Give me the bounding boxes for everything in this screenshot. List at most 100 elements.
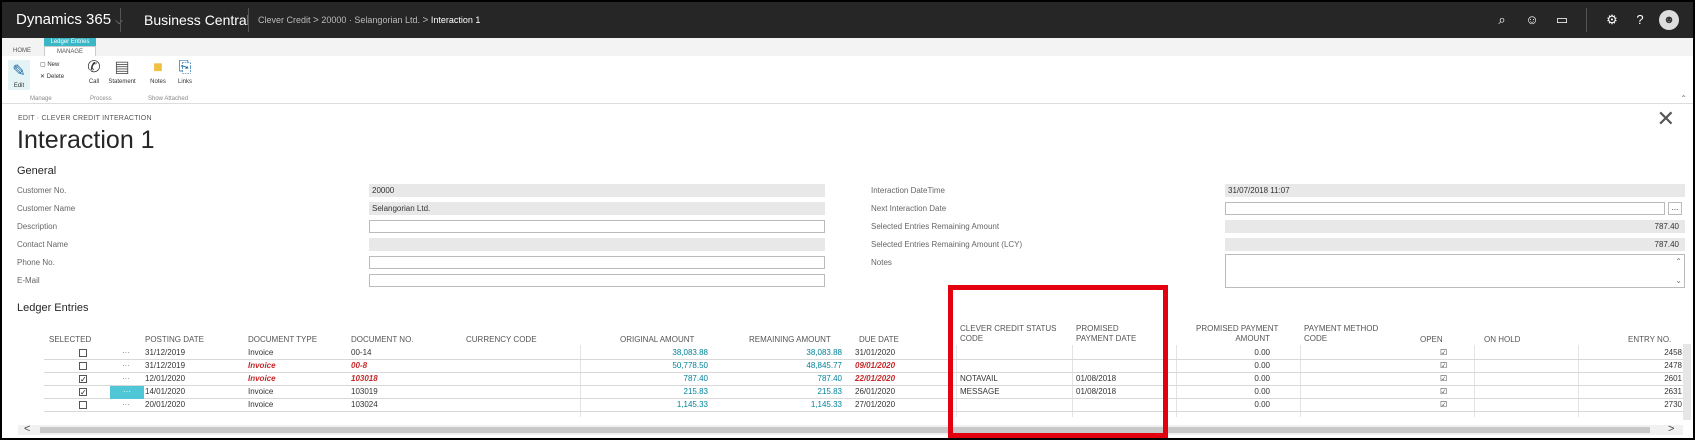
cell-remaining-amount[interactable]: 1,145.33 bbox=[740, 399, 842, 411]
links-button[interactable]: ⎘ Links bbox=[174, 58, 196, 86]
ribbon-group-show-attached: Show Attached bbox=[148, 96, 189, 102]
row-select-checkbox[interactable]: ✓ bbox=[79, 375, 87, 384]
email-field[interactable] bbox=[369, 274, 825, 287]
description-field[interactable] bbox=[369, 220, 825, 233]
col-open[interactable]: OPEN bbox=[1420, 335, 1443, 345]
row-actions-menu[interactable]: ··· bbox=[110, 386, 144, 399]
notes-icon: ■ bbox=[153, 59, 163, 76]
col-payment-method-code[interactable]: PAYMENT METHOD CODE bbox=[1304, 324, 1378, 344]
tab-home[interactable]: HOME bbox=[6, 46, 38, 56]
cell-remaining-amount[interactable]: 48,845.77 bbox=[740, 360, 842, 372]
ledger-entries-title[interactable]: Ledger Entries bbox=[17, 302, 89, 314]
tab-manage[interactable]: MANAGE bbox=[44, 46, 96, 56]
cell-due-date: 27/01/2020 bbox=[855, 400, 896, 409]
col-currency-code[interactable]: CURRENCY CODE bbox=[466, 335, 537, 345]
grid-column-divider bbox=[1300, 345, 1301, 417]
cell-entry-no: 2730 bbox=[1664, 400, 1682, 409]
customer-no-field[interactable]: 20000 bbox=[369, 184, 825, 197]
scroll-left-arrow[interactable]: < bbox=[24, 423, 30, 435]
cell-original-amount[interactable]: 50,778.50 bbox=[600, 360, 708, 372]
cell-document-no[interactable]: 103018 bbox=[351, 373, 378, 385]
row-actions-menu[interactable]: ··· bbox=[122, 373, 130, 386]
general-section-title[interactable]: General bbox=[17, 165, 56, 177]
gear-icon[interactable]: ⚙ bbox=[1602, 10, 1622, 30]
next-interaction-date-field[interactable] bbox=[1225, 202, 1665, 215]
col-entry-no[interactable]: ENTRY NO. bbox=[1628, 335, 1671, 345]
col-original-amount[interactable]: ORIGINAL AMOUNT bbox=[620, 335, 694, 345]
cell-due-date: 09/01/2020 bbox=[855, 361, 896, 370]
row-select-checkbox[interactable] bbox=[79, 401, 87, 409]
ribbon bbox=[2, 56, 1693, 104]
grid-column-divider bbox=[580, 345, 581, 417]
cell-posting-date: 20/01/2020 bbox=[145, 400, 186, 409]
interaction-datetime-label: Interaction DateTime bbox=[871, 186, 945, 195]
col-posting-date[interactable]: POSTING DATE bbox=[145, 335, 204, 345]
top-navigation-bar: Dynamics 365 ⌵ Business Central Clever C… bbox=[2, 2, 1693, 38]
cell-original-amount[interactable]: 787.40 bbox=[600, 373, 708, 385]
page-mode-caption: EDIT · CLEVER CREDIT INTERACTION bbox=[18, 115, 152, 122]
col-document-no[interactable]: DOCUMENT NO. bbox=[351, 335, 414, 345]
contact-name-field[interactable] bbox=[369, 238, 825, 251]
close-icon[interactable]: ✕ bbox=[1657, 106, 1675, 132]
row-actions-menu[interactable]: ··· bbox=[122, 399, 130, 412]
notes-button[interactable]: ■ Notes bbox=[146, 58, 170, 86]
breadcrumb-item[interactable]: 20000 · Selangorian Ltd. bbox=[321, 15, 420, 25]
new-button[interactable]: ▢ New bbox=[40, 61, 59, 69]
col-on-hold[interactable]: ON HOLD bbox=[1484, 335, 1520, 345]
col-document-type[interactable]: DOCUMENT TYPE bbox=[248, 335, 317, 345]
col-remaining-amount[interactable]: REMAINING AMOUNT bbox=[749, 335, 831, 345]
vertical-scrollbar[interactable] bbox=[1683, 344, 1691, 420]
cell-original-amount[interactable]: 1,145.33 bbox=[600, 399, 708, 411]
edit-button-content[interactable]: ✎ Edit bbox=[8, 62, 30, 90]
call-button[interactable]: ✆ Call bbox=[84, 58, 104, 86]
interaction-datetime-field[interactable]: 31/07/2018 11:07 bbox=[1225, 184, 1685, 197]
row-select-checkbox[interactable] bbox=[79, 362, 87, 370]
cell-promised-payment-amount[interactable]: 0.00 bbox=[1200, 360, 1270, 372]
delete-button[interactable]: ✕ Delete bbox=[40, 73, 64, 81]
cell-original-amount[interactable]: 215.83 bbox=[600, 386, 708, 398]
row-actions-menu[interactable]: ··· bbox=[122, 360, 130, 373]
col-due-date[interactable]: DUE DATE bbox=[859, 335, 899, 345]
cell-promised-payment-amount[interactable]: 0.00 bbox=[1200, 399, 1270, 411]
search-icon[interactable]: ⌕ bbox=[1492, 10, 1512, 30]
cell-remaining-amount[interactable]: 38,083.88 bbox=[740, 347, 842, 359]
cell-posting-date: 12/01/2020 bbox=[145, 374, 186, 383]
breadcrumb-item[interactable]: Clever Credit bbox=[258, 15, 311, 25]
cell-promised-payment-amount[interactable]: 0.00 bbox=[1200, 373, 1270, 385]
customer-name-label: Customer Name bbox=[17, 204, 76, 213]
date-lookup-button[interactable]: ... bbox=[1668, 202, 1682, 215]
help-icon[interactable]: ? bbox=[1630, 10, 1650, 30]
row-select-checkbox[interactable]: ✓ bbox=[79, 388, 87, 397]
phone-field[interactable] bbox=[369, 256, 825, 269]
row-select-checkbox[interactable] bbox=[79, 349, 87, 357]
scroll-right-arrow[interactable]: > bbox=[1668, 423, 1674, 435]
scroll-up-icon[interactable]: ⌃ bbox=[1675, 257, 1682, 266]
chat-icon[interactable]: ▭ bbox=[1552, 10, 1572, 30]
col-selected[interactable]: SELECTED bbox=[49, 335, 91, 345]
product-name[interactable]: Business Central bbox=[144, 2, 250, 38]
row-actions-menu[interactable]: ··· bbox=[122, 347, 130, 360]
cell-document-no[interactable]: 103019 bbox=[351, 386, 378, 398]
cell-promised-payment-amount[interactable]: 0.00 bbox=[1200, 347, 1270, 359]
selected-remaining-lcy-label: Selected Entries Remaining Amount (LCY) bbox=[871, 240, 1023, 249]
notes-textarea[interactable]: ⌃ ⌄ bbox=[1225, 254, 1685, 288]
cell-promised-payment-amount[interactable]: 0.00 bbox=[1200, 386, 1270, 398]
cell-remaining-amount[interactable]: 787.40 bbox=[740, 373, 842, 385]
statement-button[interactable]: ▤ Statement bbox=[106, 58, 138, 86]
user-icon[interactable]: ☻ bbox=[1659, 10, 1679, 30]
collapse-ribbon-icon[interactable]: ⌃ bbox=[1680, 94, 1687, 103]
app-launcher[interactable]: Dynamics 365 ⌵ bbox=[16, 2, 123, 38]
smiley-icon[interactable]: ☺ bbox=[1522, 10, 1542, 30]
scroll-down-icon[interactable]: ⌄ bbox=[1675, 276, 1682, 285]
topbar-divider bbox=[120, 8, 121, 32]
col-promised-payment-amount[interactable]: PROMISED PAYMENT AMOUNT bbox=[1196, 324, 1278, 344]
cell-document-no[interactable]: 00-14 bbox=[351, 347, 371, 359]
cell-original-amount[interactable]: 38,083.88 bbox=[600, 347, 708, 359]
selected-remaining-field[interactable]: 787.40 bbox=[1225, 220, 1685, 233]
customer-name-field[interactable]: Selangorian Ltd. bbox=[369, 202, 825, 215]
cell-document-no[interactable]: 103024 bbox=[351, 399, 378, 411]
cell-document-no[interactable]: 00-8 bbox=[351, 360, 367, 372]
scrollbar-thumb[interactable] bbox=[40, 427, 1650, 433]
selected-remaining-lcy-field[interactable]: 787.40 bbox=[1225, 238, 1685, 251]
cell-remaining-amount[interactable]: 215.83 bbox=[740, 386, 842, 398]
